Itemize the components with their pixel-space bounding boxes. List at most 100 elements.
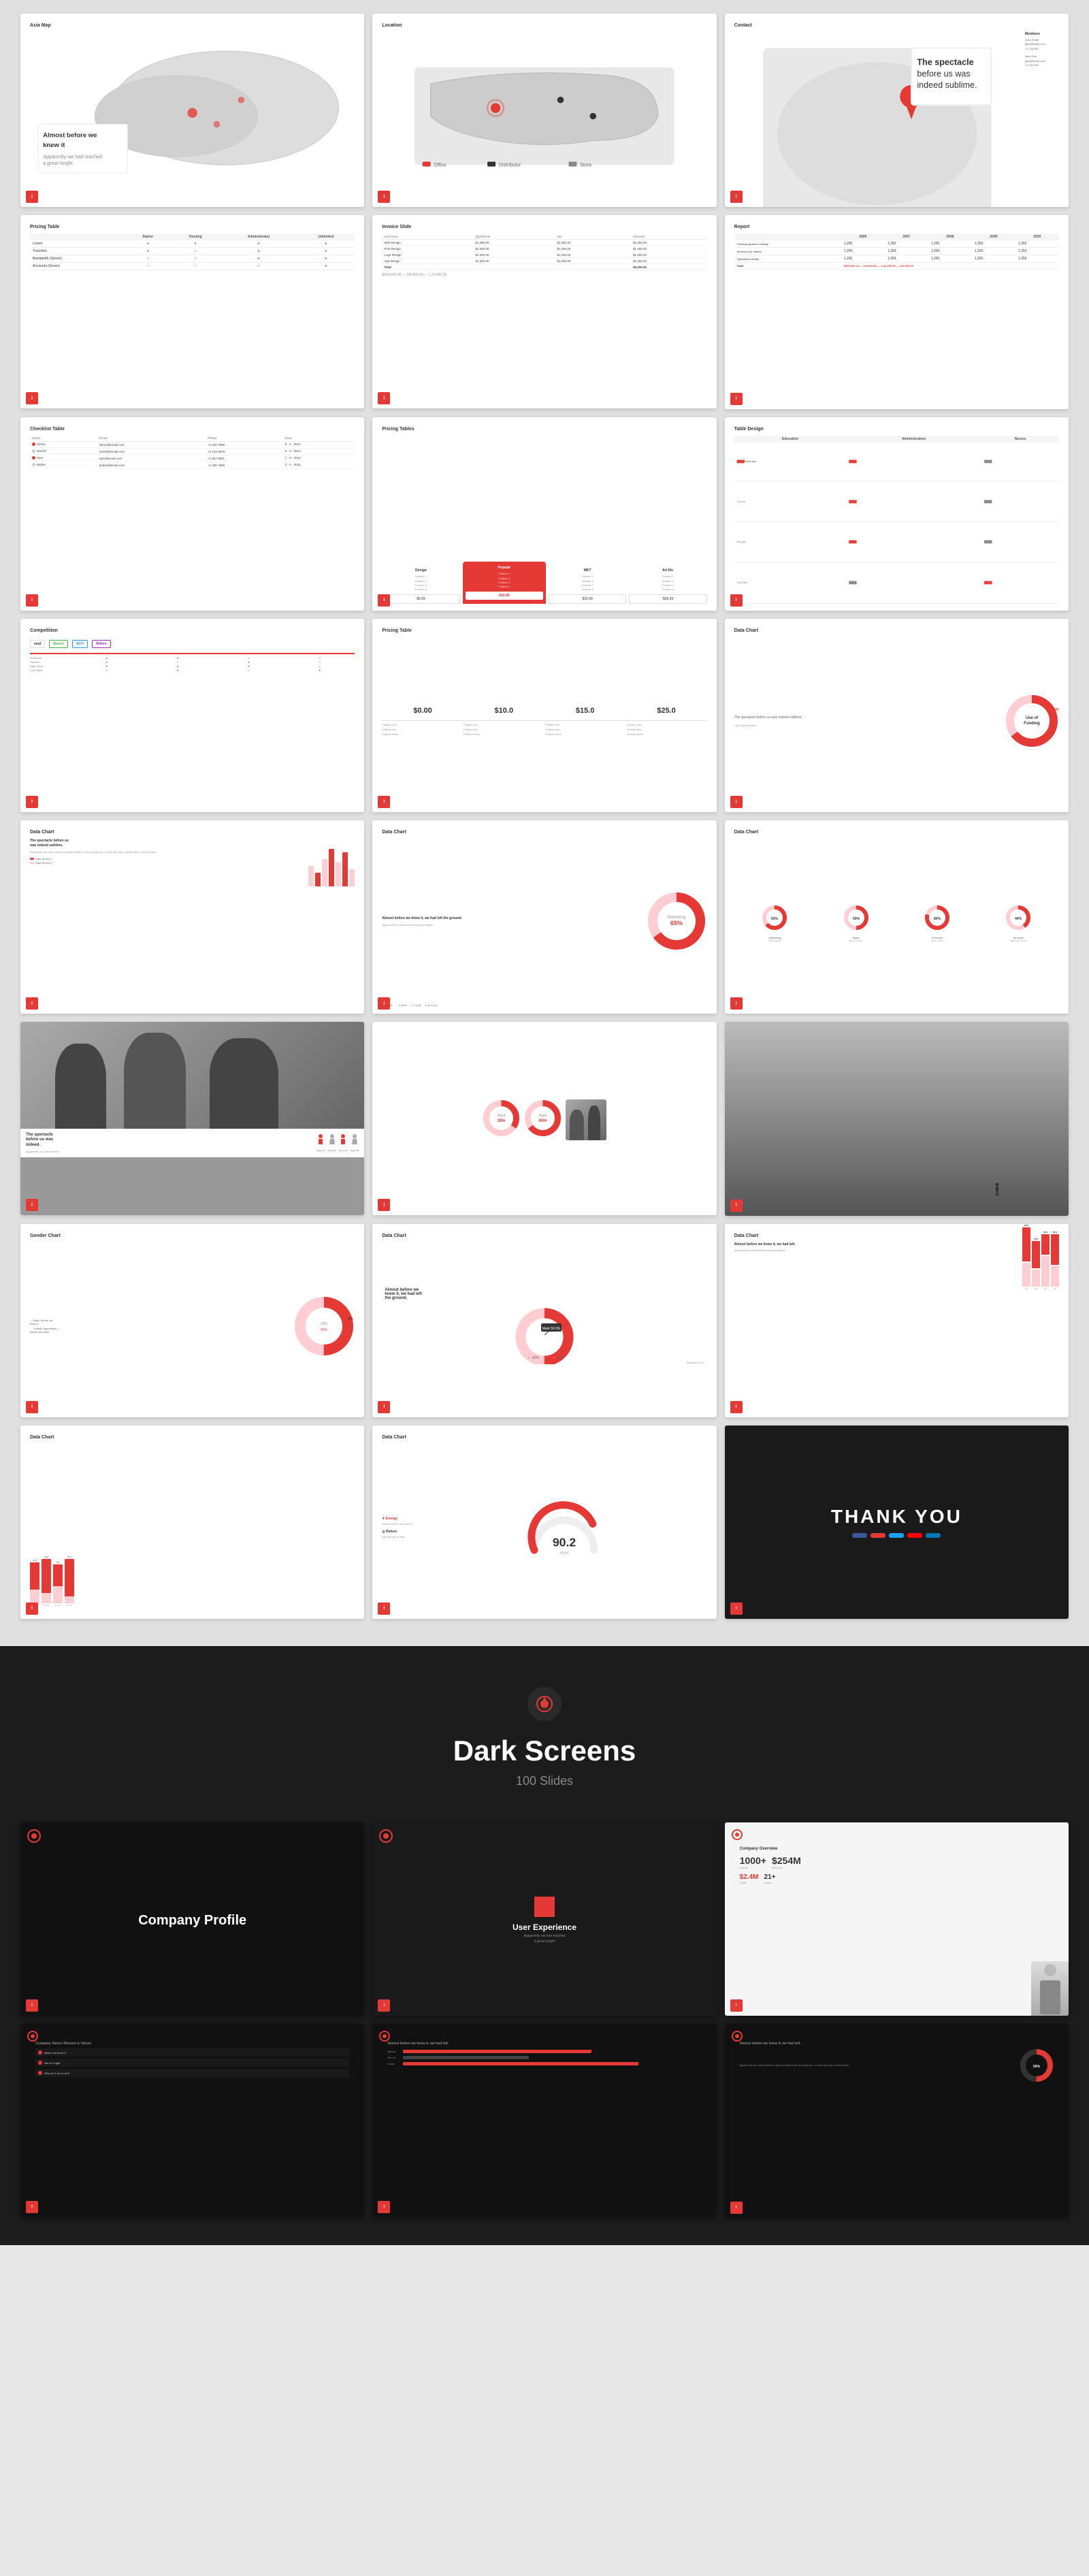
about-chart: 50% (1020, 2048, 1054, 2082)
report-table: 20062007200820092020 Financial growth is… (734, 234, 1059, 270)
logo-neat: neat (30, 640, 45, 648)
svg-text:Aged: Aged (539, 1114, 547, 1118)
logo-circle-3 (732, 1829, 743, 1840)
chart-legend: ● 1-4-16 ● 4-8-16 ● 7-2-16 ● 11-9-16 (382, 1003, 706, 1007)
building-lines (725, 1022, 1069, 1029)
bar-2 (315, 873, 321, 886)
slide-thank-you: THANK YOU i (725, 1426, 1069, 1619)
donut-products: 80% Products More Indeed (924, 904, 951, 942)
icon-facebook (852, 1533, 867, 1538)
svg-text:indeed sublime.: indeed sublime. (917, 80, 977, 90)
person-photo (1031, 1961, 1069, 2016)
dark-slide-overview: Company Overview 1000+ Clients $254M Rev… (725, 1822, 1069, 2016)
red-block (534, 1897, 555, 1917)
price-divider (382, 720, 706, 721)
thank-you-text: THANK YOU (831, 1506, 962, 1528)
user-exp-title: User Experience (513, 1922, 576, 1932)
svg-text:50%: 50% (853, 917, 860, 921)
slide-number: i (378, 191, 390, 203)
stat-2: $254M Revenue (772, 1855, 801, 1869)
stat-val-2: $254M (772, 1855, 801, 1866)
logo-circle (27, 1829, 41, 1843)
metric-2: ◎ Return Apparently we had (382, 1530, 416, 1539)
slide-pricing-plans: Pricing Table $0.00 $10.0 $15.0 $25.0 (372, 619, 716, 812)
value-item-1: Before we know it (35, 2048, 349, 2057)
slide-photo-people: The spectaclebefore us wasindeed. Appare… (20, 1022, 364, 1215)
slide-big-donut: Data Chart Almost before weknew it, we h… (372, 1224, 716, 1417)
chart-layout: The spectacle before uswas indeed sublim… (30, 839, 355, 1007)
stat-val-1: 1000+ (740, 1855, 766, 1866)
person-2 (124, 1033, 186, 1129)
dark-slide-company-profile: Company Profile i (20, 1822, 364, 2016)
logo-dot-2 (383, 1833, 389, 1839)
logo-circle-5 (379, 2031, 390, 2042)
gender-donut: 50% 50% 30% (293, 1295, 355, 1357)
num-text: i (31, 2003, 33, 2008)
person-body (1040, 1980, 1060, 2014)
photo-top (20, 1022, 364, 1128)
slide-line-chart: Data Chart ⬆ Energy Almost before we kne… (372, 1426, 716, 1619)
bar-pink-3 (1041, 1256, 1050, 1287)
line-chart-content: ⬆ Energy Almost before we knew it ◎ Retu… (382, 1444, 706, 1612)
about-inner: Apparently we had reached a great height… (740, 2048, 1054, 2082)
svg-text:30%: 30% (348, 1317, 353, 1320)
price-premium: $15.0 (576, 707, 595, 715)
slide-number: i (730, 1401, 743, 1413)
legend: Data Series 1 Data Series 2 (30, 857, 304, 865)
slide-number: i (378, 392, 390, 404)
light-section: Asia Map Almost before we knew it Appare… (0, 0, 1089, 1646)
dark-section: Dark Screens 100 Slides Company Profile … (0, 1646, 1089, 2245)
num-text-3: i (736, 2003, 737, 2008)
values-logo (27, 2031, 38, 2042)
num-text-6: i (736, 2206, 737, 2210)
competition-grid: Individual ● ● ○ ○ Flexible ● ○ ● ○ High… (30, 656, 355, 672)
slide-number: i (378, 1199, 390, 1211)
donut-sales: 50% Sales Big Comp Info (843, 904, 870, 942)
value-item-2: We do it right (35, 2059, 349, 2067)
figure-group-1: Figure #1 (316, 1133, 325, 1152)
stacked-bars: 12.5 6-1-17 14.8 6-1-17 10.2 6-1-17 (30, 1444, 355, 1612)
bar-red-2 (1032, 1241, 1040, 1268)
app-col: MKT Feature 1Feature 2Feature 3Feature 4… (549, 568, 626, 604)
overview-logo (732, 1829, 743, 1840)
num-text-5: i (383, 2205, 385, 2209)
slide-title: Data Chart (30, 830, 355, 835)
timeline-title: Almost before we knew it, we had left. (387, 2042, 701, 2046)
slide-number: i (26, 1401, 38, 1413)
stat-3: $2.4M Profit (740, 1873, 759, 1884)
slide-bars-v2: Data Chart Almost before we knew it, we … (725, 1224, 1069, 1417)
russia-map-svg: Office Distributor Store (382, 32, 706, 200)
thank-you-content: THANK YOU (725, 1426, 1069, 1619)
silhouette-2 (588, 1106, 600, 1140)
svg-text:65%: 65% (670, 920, 683, 927)
logo-circle-2 (379, 1829, 393, 1843)
svg-text:Male 50.9%: Male 50.9% (542, 1327, 561, 1331)
bar-red-1 (1022, 1227, 1030, 1261)
about-content: Almost before we knew it, we had left. A… (734, 2033, 1059, 2210)
slide-num-dark: i (730, 1603, 743, 1615)
slide-number: i (730, 997, 743, 1010)
tl-bar-2 (403, 2056, 529, 2059)
svg-text:Aged: Aged (498, 1114, 506, 1118)
metrics-col: ⬆ Energy Almost before we knew it ◎ Retu… (382, 1517, 416, 1539)
logo-dot-5 (383, 2034, 387, 2038)
logo-dot (31, 1833, 37, 1839)
feature-grid: Feature oneFeature oneFeature oneFeature… (382, 723, 706, 736)
tl-year-1: Before (387, 2050, 401, 2053)
svg-text:Distributor: Distributor (499, 163, 521, 168)
value-dot-3 (38, 2071, 42, 2075)
tl-year-3: It was (387, 2062, 401, 2065)
dark-slide-about: Almost before we knew it, we had left. A… (725, 2024, 1069, 2217)
age-donut-2-svg: Aged 65% (524, 1099, 562, 1137)
slide-invoice: Invoice Slide Unit DescQty/TermsTaxAmoun… (372, 215, 716, 408)
icon-youtube (907, 1533, 922, 1538)
contact-content: The spectacle before us was indeed subli… (734, 32, 1059, 207)
svg-text:40%: 40% (1015, 917, 1022, 921)
figure-group-2: Figure #2 (327, 1133, 336, 1152)
dark-slide-num-2: i (378, 1999, 390, 2012)
logo-dot-4 (31, 2034, 35, 2038)
marketing-donut-svg: Marketing 65% (646, 890, 707, 952)
bars-v2-content: Almost before we knew it, we had left. A… (734, 1242, 1059, 1411)
overview-title: Company Overview (740, 1847, 1054, 1851)
person-icon-4 (351, 1133, 358, 1146)
